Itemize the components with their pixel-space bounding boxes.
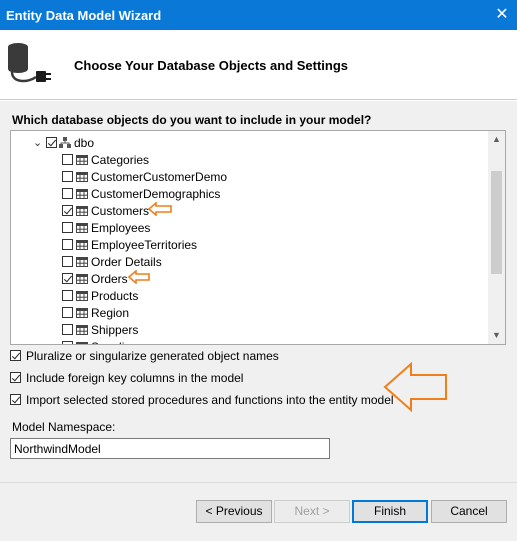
tree-item-label: CustomerDemographics xyxy=(91,187,221,201)
table-icon xyxy=(76,206,88,216)
foreign-key-label: Include foreign key columns in the model xyxy=(26,371,244,385)
table-icon xyxy=(76,291,88,301)
cancel-button[interactable]: Cancel xyxy=(431,500,507,523)
tree-item[interactable]: CustomerCustomerDemo xyxy=(11,169,488,186)
database-plug-icon xyxy=(8,43,51,83)
tree-item[interactable]: Shippers xyxy=(11,322,488,339)
tree-item[interactable]: EmployeeTerritories xyxy=(11,237,488,254)
tree-item[interactable]: Region xyxy=(11,305,488,322)
title-bar: Entity Data Model Wizard ✕ xyxy=(0,0,517,30)
wizard-content: Which database objects do you want to in… xyxy=(0,101,517,482)
tree-item-checkbox[interactable] xyxy=(62,273,73,284)
tree-item-label: Products xyxy=(91,289,139,303)
tree-item-checkbox[interactable] xyxy=(62,154,73,165)
namespace-label: Model Namespace: xyxy=(12,420,116,434)
pluralize-label: Pluralize or singularize generated objec… xyxy=(26,349,279,363)
schema-icon xyxy=(59,137,71,148)
tree-item-checkbox[interactable] xyxy=(62,341,73,344)
tree-item-label: Order Details xyxy=(91,255,162,269)
tree-item-label: EmployeeTerritories xyxy=(91,238,198,252)
namespace-input[interactable] xyxy=(10,438,330,459)
table-icon xyxy=(76,240,88,250)
tree-item[interactable]: Customers xyxy=(11,203,488,220)
scroll-down-icon[interactable]: ▼ xyxy=(488,327,505,344)
tree-item[interactable]: Orders xyxy=(11,271,488,288)
annotation-arrow-icon xyxy=(128,270,150,284)
tree-item-checkbox[interactable] xyxy=(62,188,73,199)
tree-item[interactable]: Employees xyxy=(11,220,488,237)
tree-item-label: Employees xyxy=(91,221,151,235)
tree-root-label: dbo xyxy=(74,136,95,150)
finish-button[interactable]: Finish xyxy=(352,500,428,523)
scroll-thumb[interactable] xyxy=(491,171,502,274)
tree-item-checkbox[interactable] xyxy=(62,324,73,335)
tree-item-checkbox[interactable] xyxy=(62,222,73,233)
table-icon xyxy=(76,189,88,199)
import-procedures-label: Import selected stored procedures and fu… xyxy=(26,393,394,407)
tree-item[interactable]: Suppliers xyxy=(11,339,488,344)
tree-root-dbo[interactable]: ⌄ dbo xyxy=(11,135,488,152)
table-icon xyxy=(76,155,88,165)
tree-item[interactable]: Categories xyxy=(11,152,488,169)
tree-item-checkbox[interactable] xyxy=(62,239,73,250)
wizard-footer: < Previous Next > Finish Cancel xyxy=(0,482,517,541)
tree-item-label: Suppliers xyxy=(91,340,141,344)
tree-item[interactable]: CustomerDemographics xyxy=(11,186,488,203)
tree-item-label: CustomerCustomerDemo xyxy=(91,170,228,184)
close-icon[interactable]: ✕ xyxy=(487,0,517,30)
tree-item-checkbox[interactable] xyxy=(62,205,73,216)
table-icon xyxy=(76,172,88,182)
pluralize-checkbox[interactable] xyxy=(10,350,21,361)
tree-item-label: Region xyxy=(91,306,130,320)
foreign-key-checkbox[interactable] xyxy=(10,372,21,383)
wizard-header: Choose Your Database Objects and Setting… xyxy=(0,30,517,100)
dbo-checkbox[interactable] xyxy=(46,137,57,148)
tree-item-checkbox[interactable] xyxy=(62,307,73,318)
tree-item-label: Shippers xyxy=(91,323,139,337)
table-icon xyxy=(76,223,88,233)
table-icon xyxy=(76,325,88,335)
window-title: Entity Data Model Wizard xyxy=(6,8,162,23)
expand-chevron-icon[interactable]: ⌄ xyxy=(33,136,42,149)
tree-item-label: Categories xyxy=(91,153,150,167)
tree-scrollbar[interactable]: ▲ ▼ xyxy=(488,131,505,344)
tree-item-checkbox[interactable] xyxy=(62,256,73,267)
tree-item-label: Customers xyxy=(91,204,150,218)
tree-item[interactable]: Products xyxy=(11,288,488,305)
tree-item[interactable]: Order Details xyxy=(11,254,488,271)
next-button[interactable]: Next > xyxy=(274,500,350,523)
page-heading: Choose Your Database Objects and Setting… xyxy=(74,58,349,73)
import-procedures-checkbox[interactable] xyxy=(10,394,21,405)
table-icon xyxy=(76,308,88,318)
table-icon xyxy=(76,274,88,284)
tree-item-label: Orders xyxy=(91,272,128,286)
objects-question: Which database objects do you want to in… xyxy=(12,113,372,127)
table-icon xyxy=(76,257,88,267)
annotation-arrow-icon xyxy=(148,202,172,216)
tree-item-checkbox[interactable] xyxy=(62,171,73,182)
database-objects-tree[interactable]: ⌄ dbo Categories CustomerCustomerDemo Cust… xyxy=(10,130,506,345)
tree-item-checkbox[interactable] xyxy=(62,290,73,301)
scroll-up-icon[interactable]: ▲ xyxy=(488,131,505,148)
previous-button[interactable]: < Previous xyxy=(196,500,272,523)
table-icon xyxy=(76,342,88,344)
